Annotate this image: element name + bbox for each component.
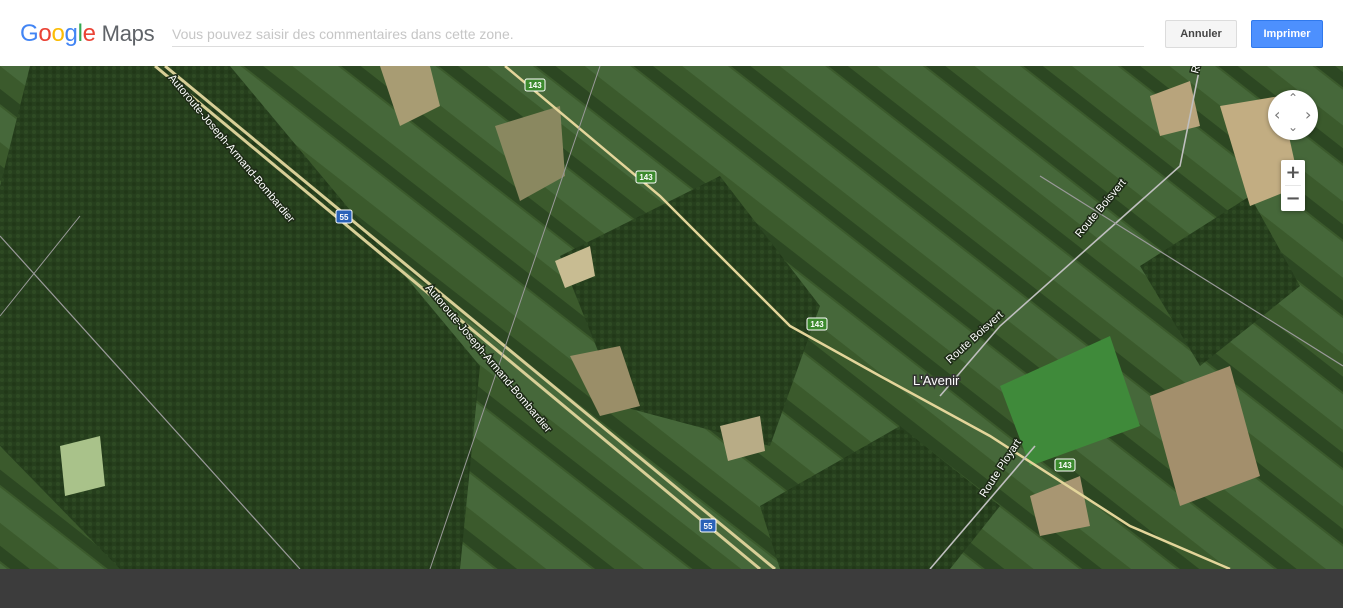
google-maps-logo: Google Maps bbox=[20, 20, 155, 47]
zoom-control: + − bbox=[1281, 160, 1305, 211]
route-143-shield: 143 bbox=[1054, 458, 1076, 472]
page-margin bbox=[1343, 66, 1360, 608]
pan-down-icon[interactable]: ⌄ bbox=[1288, 120, 1298, 134]
svg-text:143: 143 bbox=[810, 320, 824, 329]
svg-text:143: 143 bbox=[1058, 461, 1072, 470]
svg-text:55: 55 bbox=[704, 522, 713, 531]
footer-bar bbox=[0, 569, 1343, 608]
comment-input[interactable] bbox=[172, 22, 1144, 47]
town-label: L'Avenir bbox=[913, 373, 960, 388]
header-bar: GoogleMaps Annuler Imprimer bbox=[0, 0, 1360, 66]
route-55-shield: 55 bbox=[335, 209, 353, 224]
pan-left-icon[interactable]: ‹ bbox=[1274, 105, 1280, 124]
field-patch bbox=[60, 436, 105, 496]
route-143-shield: 143 bbox=[806, 317, 828, 331]
zoom-in-button[interactable]: + bbox=[1281, 160, 1305, 185]
route-55-shield: 55 bbox=[699, 518, 717, 533]
route-143-shield: 143 bbox=[524, 78, 546, 92]
svg-text:143: 143 bbox=[639, 173, 653, 182]
satellite-map[interactable]: Autoroute-Joseph-Armand-Bombardier Autor… bbox=[0, 66, 1343, 569]
route-143-shield: 143 bbox=[635, 170, 657, 184]
print-button[interactable]: Imprimer bbox=[1251, 20, 1323, 48]
zoom-out-button[interactable]: − bbox=[1281, 186, 1305, 211]
svg-text:143: 143 bbox=[528, 81, 542, 90]
svg-text:55: 55 bbox=[340, 213, 349, 222]
pan-right-icon[interactable]: › bbox=[1305, 105, 1311, 124]
pan-up-icon[interactable]: ⌃ bbox=[1288, 91, 1298, 105]
cancel-button[interactable]: Annuler bbox=[1165, 20, 1237, 48]
pan-control[interactable]: ⌃ ⌄ ‹ › bbox=[1268, 90, 1318, 140]
